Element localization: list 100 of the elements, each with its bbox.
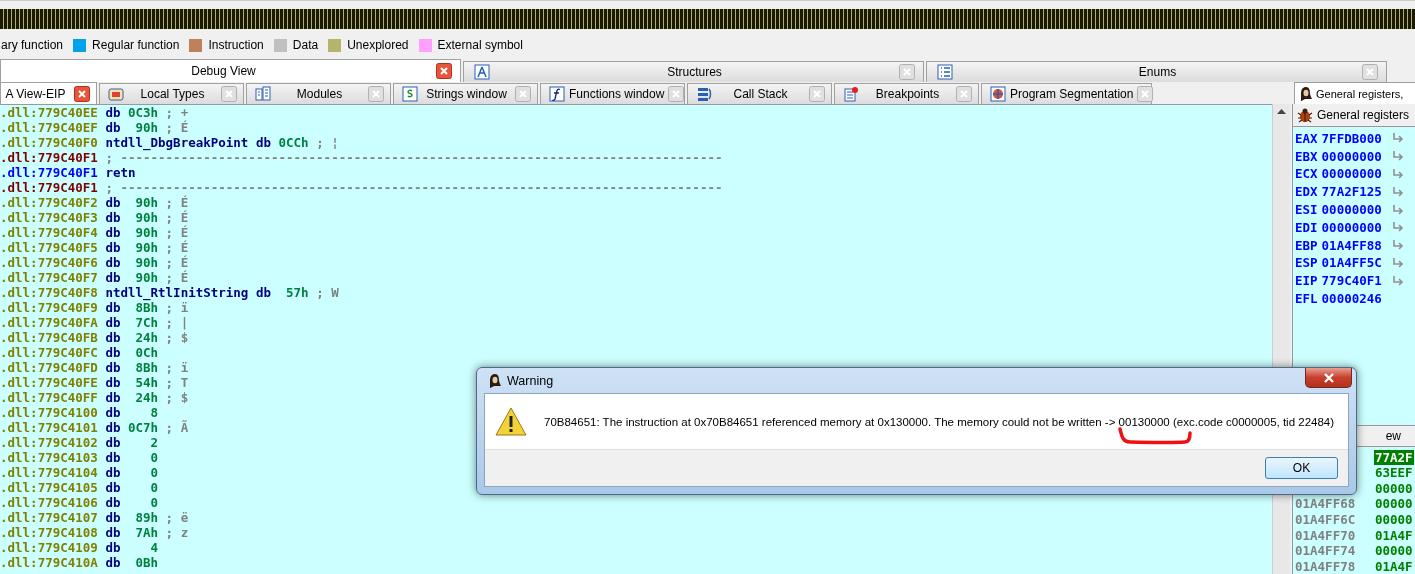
register-value: 00000000: [1321, 219, 1382, 235]
jump-arrow-icon[interactable]: [1391, 151, 1404, 162]
comment: ; W: [316, 285, 339, 300]
mnemonic: db: [105, 195, 121, 210]
line-address: .dll:779C410A: [0, 555, 98, 570]
tab[interactable]: A View-EIP: [0, 82, 97, 104]
close-icon: [1321, 371, 1336, 384]
mnemonic: db: [105, 225, 121, 240]
register-name: EBP: [1295, 237, 1318, 253]
tab[interactable]: Functions window: [540, 83, 685, 104]
mnemonic: db: [105, 240, 121, 255]
operand: 4: [149, 540, 159, 555]
line-address: .dll:779C40EF: [0, 120, 98, 135]
ok-button[interactable]: OK: [1265, 457, 1338, 479]
stack-value[interactable]: 01A4F: [1374, 558, 1414, 574]
register-name: EIP: [1295, 273, 1318, 289]
jump-arrow-icon[interactable]: [1391, 275, 1404, 286]
line-address: .dll:779C4102: [0, 435, 98, 450]
operand: 7Ch: [134, 315, 159, 330]
operand: 90h: [134, 255, 159, 270]
stack-value[interactable]: 63EEF: [1374, 465, 1414, 481]
comment: ; |: [165, 315, 189, 330]
line-address: .dll:779C4100: [0, 405, 98, 420]
breakpoint-icon: [843, 86, 859, 102]
dialog-message: 70B84651: The instruction at 0x70B84651 referenced memory at 0x130000. The memory could not be written -> 00130000 (exc.code c0000005, tid 22484): [544, 415, 1335, 428]
segments-icon: [990, 86, 1006, 102]
register-value: 00000000: [1321, 202, 1382, 218]
panel-title: ew: [1385, 429, 1401, 443]
operand: 24h: [134, 390, 159, 405]
structure-icon: [474, 64, 490, 80]
stack-value[interactable]: 00000: [1374, 496, 1414, 512]
comment: ; z: [165, 525, 189, 540]
line-address: .dll:779C40F6: [0, 255, 98, 270]
tab[interactable]: Breakpoints: [834, 83, 979, 104]
tab[interactable]: Local Types: [99, 83, 244, 104]
operand: 0C3h: [127, 105, 159, 120]
tab[interactable]: Enums: [926, 61, 1387, 82]
stack-address: 01A4FF68: [1294, 496, 1357, 512]
jump-arrow-icon[interactable]: [1391, 240, 1404, 251]
stack-value[interactable]: 01A4F: [1374, 527, 1414, 543]
operand: 0CCh: [278, 135, 309, 150]
stack-value[interactable]: 00000: [1374, 511, 1414, 527]
line-address: .dll:779C4101: [0, 420, 98, 435]
register-name: EDI: [1295, 219, 1318, 235]
legend-label: External symbol: [437, 38, 523, 52]
operand: 7Ah: [134, 525, 159, 540]
panel-tab[interactable]: General registers,: [1294, 82, 1415, 104]
operand: 0Bh: [134, 555, 159, 570]
navigation-band[interactable]: [0, 9, 1415, 29]
line-address: .dll:779C40FE: [0, 375, 98, 390]
jump-arrow-icon[interactable]: [1391, 133, 1404, 144]
stack-address: 01A4FF78: [1294, 558, 1357, 574]
stack-value[interactable]: 00000: [1374, 543, 1414, 559]
mnemonic: db: [105, 465, 121, 480]
comment: ; É: [165, 195, 189, 210]
tab[interactable]: Program Segmentation: [981, 83, 1152, 104]
tab[interactable]: Call Stack: [687, 83, 832, 104]
register-name: EBX: [1295, 148, 1318, 164]
jump-arrow-icon[interactable]: [1391, 169, 1404, 179]
legend-label: Unexplored: [347, 38, 409, 52]
jump-arrow-icon[interactable]: [1391, 257, 1404, 268]
register-name: EDX: [1295, 184, 1318, 200]
operand: 0: [149, 480, 159, 495]
stack-value[interactable]: 77A2F: [1374, 449, 1414, 465]
close-icon[interactable]: [74, 85, 90, 102]
comment: ; ï: [165, 360, 189, 375]
modules-icon: [255, 86, 271, 102]
line-address: .dll:779C4109: [0, 540, 98, 555]
register-value: 00000000: [1321, 166, 1382, 182]
jump-arrow-icon[interactable]: [1391, 186, 1404, 197]
line-address: .dll:779C40FD: [0, 360, 98, 375]
scroll-up-icon[interactable]: [1277, 108, 1286, 114]
legend-label: Regular function: [92, 38, 180, 52]
tab[interactable]: Structures: [463, 61, 924, 82]
mnemonic: db: [105, 390, 121, 405]
line-address: .dll:779C4106: [0, 495, 98, 510]
operand: 0: [149, 465, 159, 480]
mnemonic: db: [105, 345, 121, 360]
dialog-title: Warning: [507, 373, 554, 388]
comment: ; É: [165, 210, 189, 225]
tab[interactable]: Debug View: [0, 59, 461, 82]
mnemonic: db: [105, 540, 121, 555]
close-icon[interactable]: [436, 63, 452, 79]
line-address: .dll:779C40F7: [0, 270, 98, 285]
register-value: 01A4FF5C: [1321, 255, 1382, 271]
register-name: ECX: [1295, 166, 1318, 182]
legend-label: ary function: [1, 38, 64, 52]
jump-arrow-icon[interactable]: [1391, 204, 1404, 215]
close-button[interactable]: [1305, 368, 1352, 388]
operand: 0Ch: [134, 345, 159, 360]
line-address: .dll:779C40F0: [0, 135, 98, 150]
mnemonic: db: [105, 450, 121, 465]
line-address: .dll:779C4105: [0, 480, 98, 495]
stack-value[interactable]: 00000: [1374, 480, 1414, 496]
tab[interactable]: Modules: [246, 83, 391, 104]
operand: 89h: [134, 510, 159, 525]
comment: ; +: [165, 105, 189, 120]
jump-arrow-icon[interactable]: [1391, 222, 1404, 233]
operand: 0: [149, 495, 159, 510]
tab[interactable]: Strings window: [393, 83, 538, 104]
